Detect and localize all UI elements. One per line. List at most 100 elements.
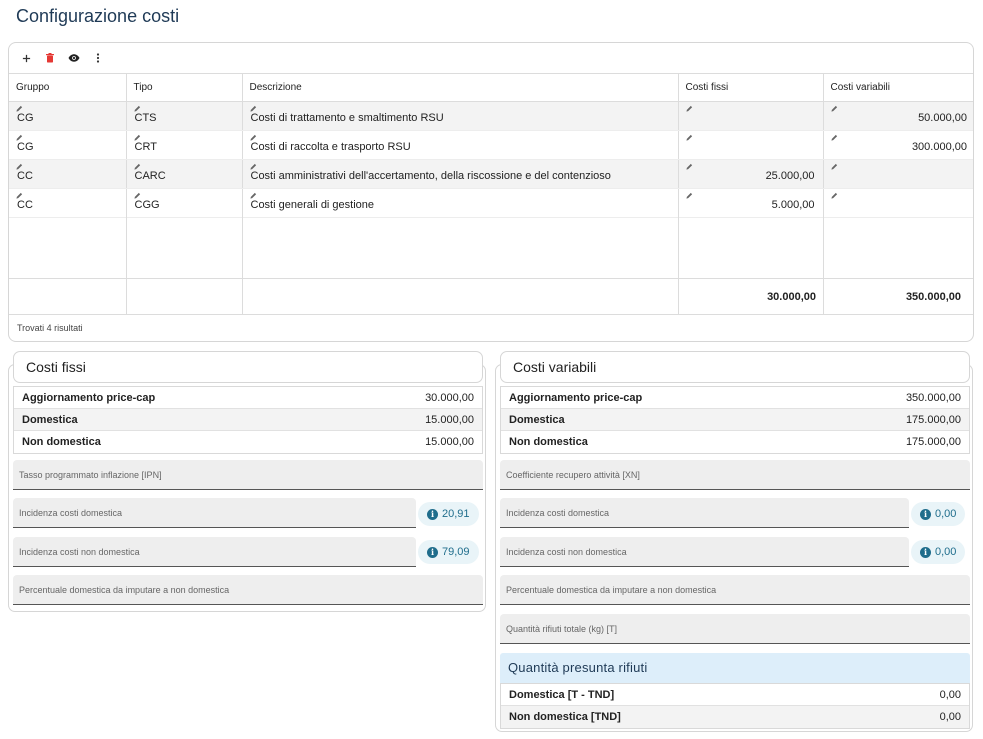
list-item: Aggiornamento price-cap 350.000,00 — [501, 387, 969, 409]
eye-icon — [68, 54, 80, 62]
edit-pencil-icon — [830, 192, 837, 199]
edit-pencil-icon — [133, 105, 140, 112]
cell-descrizione[interactable]: Costi di raccolta e trasporto RSU — [242, 130, 679, 160]
edit-pencil-icon — [830, 163, 837, 170]
cell-descrizione[interactable]: Costi di trattamento e smaltimento RSU — [242, 101, 679, 131]
info-icon: i — [427, 508, 438, 520]
cell-fissi[interactable] — [678, 130, 824, 160]
chip-value: 0,00 — [935, 546, 957, 558]
add-button[interactable] — [15, 47, 37, 69]
cell-value: 50.000,00 — [918, 112, 967, 124]
cell-gruppo[interactable]: CC — [9, 188, 127, 218]
incidenza-non-domestica-chip[interactable]: i 0,00 — [911, 540, 966, 564]
list-item: Aggiornamento price-cap 30.000,00 — [14, 387, 482, 409]
cell-value: Costi generali di gestione — [250, 199, 375, 211]
incidenza-domestica-field[interactable]: Incidenza costi domestica — [500, 498, 909, 528]
edit-pencil-icon — [249, 134, 256, 141]
ipn-field[interactable]: Tasso programmato inflazione [IPN] — [13, 460, 483, 490]
cell-tipo[interactable]: CTS — [126, 101, 243, 131]
list-item: Non domestica 175.000,00 — [501, 431, 969, 453]
incidenza-domestica-field[interactable]: Incidenza costi domestica — [13, 498, 416, 528]
table-row[interactable]: CC CGG Costi generali di gestione 5.000,00 — [9, 188, 973, 218]
col-header-costi-variabili[interactable]: Costi variabili — [823, 73, 973, 102]
kv-value: 15.000,00 — [425, 413, 474, 426]
kv-label: Domestica [T - TND] — [509, 688, 615, 701]
more-options-button[interactable] — [87, 47, 109, 69]
cell-fissi[interactable]: 5.000,00 — [678, 188, 824, 218]
variable-costs-title: Costi variabili — [500, 351, 970, 383]
fixed-costs-summary: Aggiornamento price-cap 30.000,00 Domesti… — [13, 386, 483, 454]
kv-label: Domestica — [509, 413, 565, 426]
info-icon: i — [920, 546, 931, 558]
trash-icon — [46, 53, 54, 63]
incidenza-domestica-chip[interactable]: i 0,00 — [911, 502, 966, 526]
col-header-tipo[interactable]: Tipo — [126, 73, 243, 102]
cell-value: Costi di trattamento e smaltimento RSU — [250, 112, 444, 124]
cell-tipo[interactable]: CRT — [126, 130, 243, 160]
kv-label: Non domestica — [509, 436, 588, 448]
cell-value: CRT — [134, 141, 157, 153]
cell-descrizione[interactable]: Costi amministrativi dell'accertamento, … — [242, 159, 679, 189]
cell-variabili[interactable]: 50.000,00 — [823, 101, 973, 131]
incidenza-non-domestica-field[interactable]: Incidenza costi non domestica — [500, 537, 909, 567]
cell-tipo[interactable]: CARC — [126, 159, 243, 189]
kv-label: Aggiornamento price-cap — [22, 391, 156, 404]
cell-value: CG — [17, 141, 34, 153]
edit-pencil-icon — [249, 163, 256, 170]
percentuale-field[interactable]: Percentuale domestica da imputare a non … — [13, 575, 483, 605]
table-header-row: Gruppo Tipo Descrizione Costi fissi Cost… — [9, 73, 973, 102]
cell-variabili[interactable] — [823, 159, 973, 189]
kv-value: 0,00 — [939, 688, 961, 701]
xn-field[interactable]: Coefficiente recupero attività [XN] — [500, 460, 970, 490]
edit-pencil-icon — [685, 163, 692, 170]
delete-button[interactable] — [39, 47, 61, 69]
incidenza-non-domestica-chip[interactable]: i 79,09 — [418, 540, 479, 564]
incidenza-domestica-chip[interactable]: i 20,91 — [418, 502, 479, 526]
cell-fissi[interactable] — [678, 101, 824, 131]
cell-gruppo[interactable]: CG — [9, 130, 127, 160]
kv-value: 175.000,00 — [905, 413, 961, 426]
chip-value: 79,09 — [442, 546, 470, 558]
cell-value: 300.000,00 — [911, 141, 967, 153]
cell-value: CGG — [134, 199, 160, 211]
cell-descrizione[interactable]: Costi generali di gestione — [242, 188, 679, 218]
kv-value: 175.000,00 — [905, 436, 961, 448]
table-row[interactable]: CG CRT Costi di raccolta e trasporto RSU 30… — [9, 130, 973, 160]
costs-grid-card: Gruppo Tipo Descrizione Costi fissi Cost… — [8, 42, 974, 342]
percentuale-field[interactable]: Percentuale domestica da imputare a non … — [500, 575, 970, 605]
view-button[interactable] — [63, 47, 85, 69]
edit-pencil-icon — [830, 105, 837, 112]
incidenza-non-domestica-field[interactable]: Incidenza costi non domestica — [13, 537, 416, 567]
cell-fissi[interactable]: 25.000,00 — [678, 159, 824, 189]
kv-value: 0,00 — [939, 711, 961, 723]
chip-value: 20,91 — [442, 508, 470, 520]
plus-icon — [22, 54, 30, 62]
cell-variabili[interactable]: 300.000,00 — [823, 130, 973, 160]
table-row[interactable]: CG CTS Costi di trattamento e smaltimento … — [9, 101, 973, 131]
more-vert-icon — [96, 53, 100, 63]
cell-value: Costi amministrativi dell'accertamento, … — [250, 170, 611, 182]
variable-costs-panel: Costi variabili Aggiornamento price-cap 3… — [495, 351, 973, 732]
edit-pencil-icon — [249, 192, 256, 199]
quantita-presunta-list: Domestica [T - TND] 0,00 Non domestica [T… — [500, 683, 970, 729]
kv-value: 15.000,00 — [425, 436, 474, 448]
cell-gruppo[interactable]: CC — [9, 159, 127, 189]
info-icon: i — [920, 508, 931, 520]
cell-value: CC — [17, 170, 33, 182]
cell-tipo[interactable]: CGG — [126, 188, 243, 218]
list-item: Non domestica 15.000,00 — [14, 431, 482, 453]
kv-value: 30.000,00 — [425, 391, 474, 404]
edit-pencil-icon — [16, 105, 23, 112]
edit-pencil-icon — [133, 163, 140, 170]
total-costi-variabili: 350.000,00 — [905, 291, 961, 303]
col-header-gruppo[interactable]: Gruppo — [9, 73, 127, 102]
col-header-descrizione[interactable]: Descrizione — [242, 73, 679, 102]
kv-value: 350.000,00 — [905, 391, 961, 404]
quantita-rifiuti-field[interactable]: Quantità rifiuti totale (kg) [T] — [500, 614, 970, 644]
table-row[interactable]: CC CARC Costi amministrativi dell'accertam… — [9, 159, 973, 189]
edit-pencil-icon — [16, 192, 23, 199]
cell-gruppo[interactable]: CG — [9, 101, 127, 131]
cell-variabili[interactable] — [823, 188, 973, 218]
chip-value: 0,00 — [935, 508, 957, 520]
col-header-costi-fissi[interactable]: Costi fissi — [678, 73, 824, 102]
